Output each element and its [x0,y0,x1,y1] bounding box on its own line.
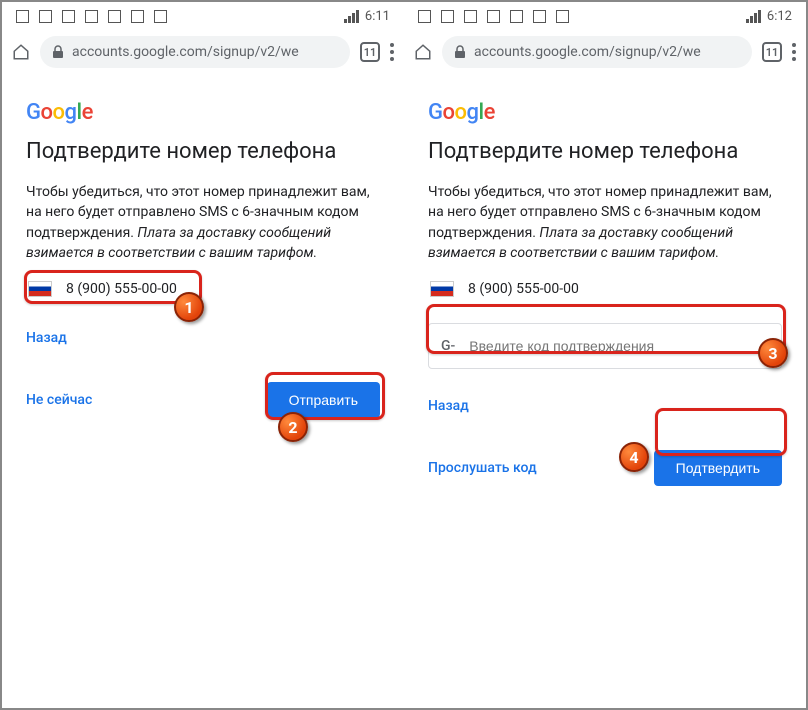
facebook-icon [464,10,477,23]
app-icon [556,10,569,23]
back-link[interactable]: Назад [26,330,67,346]
instagram-icon [487,10,500,23]
confirm-button[interactable]: Подтвердить [654,450,782,486]
menu-icon[interactable] [792,43,796,61]
listen-code-link[interactable]: Прослушать код [428,460,537,476]
home-icon[interactable] [414,43,432,61]
status-time: 6:12 [767,9,792,24]
verification-code-field[interactable]: G- [428,323,782,369]
status-app-icons [418,10,569,23]
phone-number-row: 8 (900) 555-00-00 [26,277,380,301]
app-icon [154,10,167,23]
facebook-icon [418,10,431,23]
instagram-icon [108,10,121,23]
play-store-icon [533,10,546,23]
google-logo: Google [26,100,380,125]
status-bar: 6:12 [404,2,806,30]
not-now-link[interactable]: Не сейчас [26,392,92,408]
code-prefix: G- [441,338,455,354]
phone-number: 8 (900) 555-00-00 [468,281,579,297]
page-heading: Подтвердите номер телефона [428,139,782,164]
lock-icon [52,45,64,59]
address-bar[interactable]: accounts.google.com/signup/v2/we [442,36,752,68]
signal-icon [746,10,761,23]
page-content: Google Подтвердите номер телефона Чтобы … [404,74,806,708]
status-app-icons [16,10,167,23]
menu-icon[interactable] [390,43,394,61]
facebook-icon [16,10,29,23]
play-store-icon [131,10,144,23]
right-screenshot: 6:12 accounts.google.com/signup/v2/we 11… [404,2,806,708]
signal-icon [344,10,359,23]
browser-toolbar: accounts.google.com/signup/v2/we 11 [2,30,404,74]
phone-number: 8 (900) 555-00-00 [66,281,177,297]
facebook-icon [441,10,454,23]
page-description: Чтобы убедиться, что этот номер принадле… [428,182,782,263]
status-time: 6:11 [365,9,390,24]
address-bar[interactable]: accounts.google.com/signup/v2/we [40,36,350,68]
phone-number-row: 8 (900) 555-00-00 [428,277,782,301]
tab-switcher[interactable]: 11 [762,42,782,62]
url-text: accounts.google.com/signup/v2/we [474,44,701,60]
google-logo: Google [428,100,782,125]
russia-flag-icon [430,281,454,297]
page-heading: Подтвердите номер телефона [26,139,380,164]
lock-icon [454,45,466,59]
instagram-icon [85,10,98,23]
page-content: Google Подтвердите номер телефона Чтобы … [2,74,404,708]
facebook-icon [62,10,75,23]
left-screenshot: 6:11 accounts.google.com/signup/v2/we 11… [2,2,404,708]
browser-toolbar: accounts.google.com/signup/v2/we 11 [404,30,806,74]
home-icon[interactable] [12,43,30,61]
page-description: Чтобы убедиться, что этот номер принадле… [26,182,380,263]
code-input[interactable] [469,338,769,354]
url-text: accounts.google.com/signup/v2/we [72,44,299,60]
tab-switcher[interactable]: 11 [360,42,380,62]
status-bar: 6:11 [2,2,404,30]
send-button[interactable]: Отправить [267,382,380,418]
facebook-icon [39,10,52,23]
instagram-icon [510,10,523,23]
russia-flag-icon [28,281,52,297]
back-link[interactable]: Назад [428,398,469,414]
